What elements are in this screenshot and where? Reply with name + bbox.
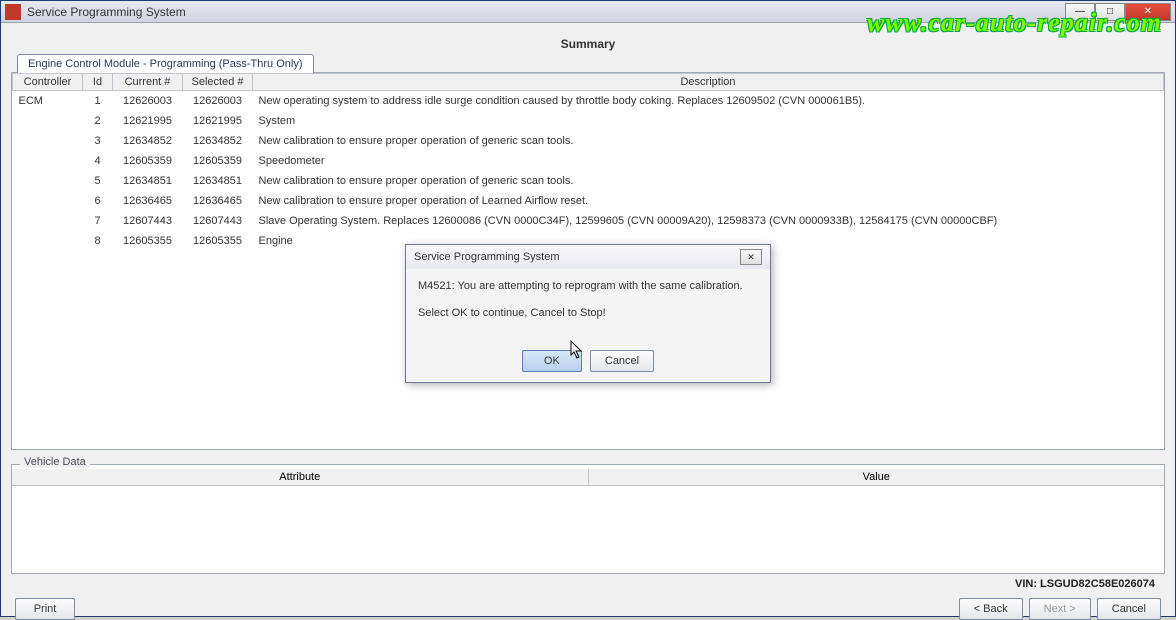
col-id: Id bbox=[83, 74, 113, 91]
cell-selected: 12605355 bbox=[183, 231, 253, 251]
cell-desc: New calibration to ensure proper operati… bbox=[253, 191, 1164, 211]
vehicle-data-box: Vehicle Data Attribute Value bbox=[11, 464, 1165, 574]
col-current: Current # bbox=[113, 74, 183, 91]
app-icon bbox=[5, 4, 21, 20]
cell-selected: 12621995 bbox=[183, 111, 253, 131]
cell-selected: 12626003 bbox=[183, 91, 253, 112]
cell-selected: 12636465 bbox=[183, 191, 253, 211]
dialog-titlebar: Service Programming System ✕ bbox=[406, 245, 770, 269]
cell-desc: New calibration to ensure proper operati… bbox=[253, 131, 1164, 151]
cell-id: 8 bbox=[83, 231, 113, 251]
cell-current: 12621995 bbox=[113, 111, 183, 131]
table-row[interactable]: 41260535912605359Speedometer bbox=[13, 151, 1164, 171]
cell-current: 12605359 bbox=[113, 151, 183, 171]
vin-label: VIN: LSGUD82C58E026074 bbox=[11, 574, 1165, 592]
vehicle-data-header: Attribute Value bbox=[12, 469, 1164, 486]
cell-controller: ECM bbox=[13, 91, 83, 112]
cell-id: 4 bbox=[83, 151, 113, 171]
cell-current: 12607443 bbox=[113, 211, 183, 231]
dialog-body: M4521: You are attempting to reprogram w… bbox=[406, 269, 770, 344]
cell-selected: 12605359 bbox=[183, 151, 253, 171]
table-row[interactable]: 51263485112634851New calibration to ensu… bbox=[13, 171, 1164, 191]
cell-selected: 12607443 bbox=[183, 211, 253, 231]
col-controller: Controller bbox=[13, 74, 83, 91]
dialog-close-button[interactable]: ✕ bbox=[740, 249, 762, 265]
cell-desc: New operating system to address idle sur… bbox=[253, 91, 1164, 112]
cell-desc: Speedometer bbox=[253, 151, 1164, 171]
cell-controller bbox=[13, 111, 83, 131]
cell-id: 7 bbox=[83, 211, 113, 231]
dialog-message-1: M4521: You are attempting to reprogram w… bbox=[418, 279, 758, 294]
cell-current: 12626003 bbox=[113, 91, 183, 112]
dialog-buttons: OK Cancel bbox=[406, 344, 770, 382]
watermark: www.car-auto-repair.com bbox=[867, 8, 1162, 38]
col-description: Description bbox=[253, 74, 1164, 91]
cell-desc: New calibration to ensure proper operati… bbox=[253, 171, 1164, 191]
cell-desc: System bbox=[253, 111, 1164, 131]
cell-id: 1 bbox=[83, 91, 113, 112]
table-row[interactable]: 21262199512621995System bbox=[13, 111, 1164, 131]
tab-ecm-programming[interactable]: Engine Control Module - Programming (Pas… bbox=[17, 54, 314, 73]
table-row[interactable]: 61263646512636465New calibration to ensu… bbox=[13, 191, 1164, 211]
cell-controller bbox=[13, 211, 83, 231]
cell-selected: 12634852 bbox=[183, 131, 253, 151]
cell-desc: Slave Operating System. Replaces 1260008… bbox=[253, 211, 1164, 231]
cell-current: 12636465 bbox=[113, 191, 183, 211]
cell-controller bbox=[13, 171, 83, 191]
cell-current: 12634851 bbox=[113, 171, 183, 191]
cell-id: 6 bbox=[83, 191, 113, 211]
tab-strip: Engine Control Module - Programming (Pas… bbox=[11, 53, 1165, 72]
cell-controller bbox=[13, 191, 83, 211]
cell-id: 5 bbox=[83, 171, 113, 191]
cell-selected: 12634851 bbox=[183, 171, 253, 191]
vehicle-attr-col: Attribute bbox=[12, 469, 589, 485]
table-row[interactable]: 31263485212634852New calibration to ensu… bbox=[13, 131, 1164, 151]
table-row[interactable]: 71260744312607443Slave Operating System.… bbox=[13, 211, 1164, 231]
dialog-title-text: Service Programming System bbox=[414, 251, 560, 263]
col-selected: Selected # bbox=[183, 74, 253, 91]
confirm-dialog: Service Programming System ✕ M4521: You … bbox=[405, 244, 771, 383]
cell-controller bbox=[13, 131, 83, 151]
cell-current: 12634852 bbox=[113, 131, 183, 151]
cell-controller bbox=[13, 151, 83, 171]
dialog-message-2: Select OK to continue, Cancel to Stop! bbox=[418, 306, 758, 321]
cell-id: 2 bbox=[83, 111, 113, 131]
summary-table: Controller Id Current # Selected # Descr… bbox=[12, 73, 1164, 251]
cell-controller bbox=[13, 231, 83, 251]
dialog-cancel-button[interactable]: Cancel bbox=[590, 350, 654, 372]
dialog-ok-button[interactable]: OK bbox=[522, 350, 582, 372]
cell-id: 3 bbox=[83, 131, 113, 151]
vehicle-value-col: Value bbox=[589, 469, 1165, 485]
cell-current: 12605355 bbox=[113, 231, 183, 251]
footer-buttons: Print < Back Next > Cancel bbox=[11, 592, 1165, 620]
vehicle-data-label: Vehicle Data bbox=[20, 456, 90, 468]
table-row[interactable]: ECM11262600312626003New operating system… bbox=[13, 91, 1164, 112]
